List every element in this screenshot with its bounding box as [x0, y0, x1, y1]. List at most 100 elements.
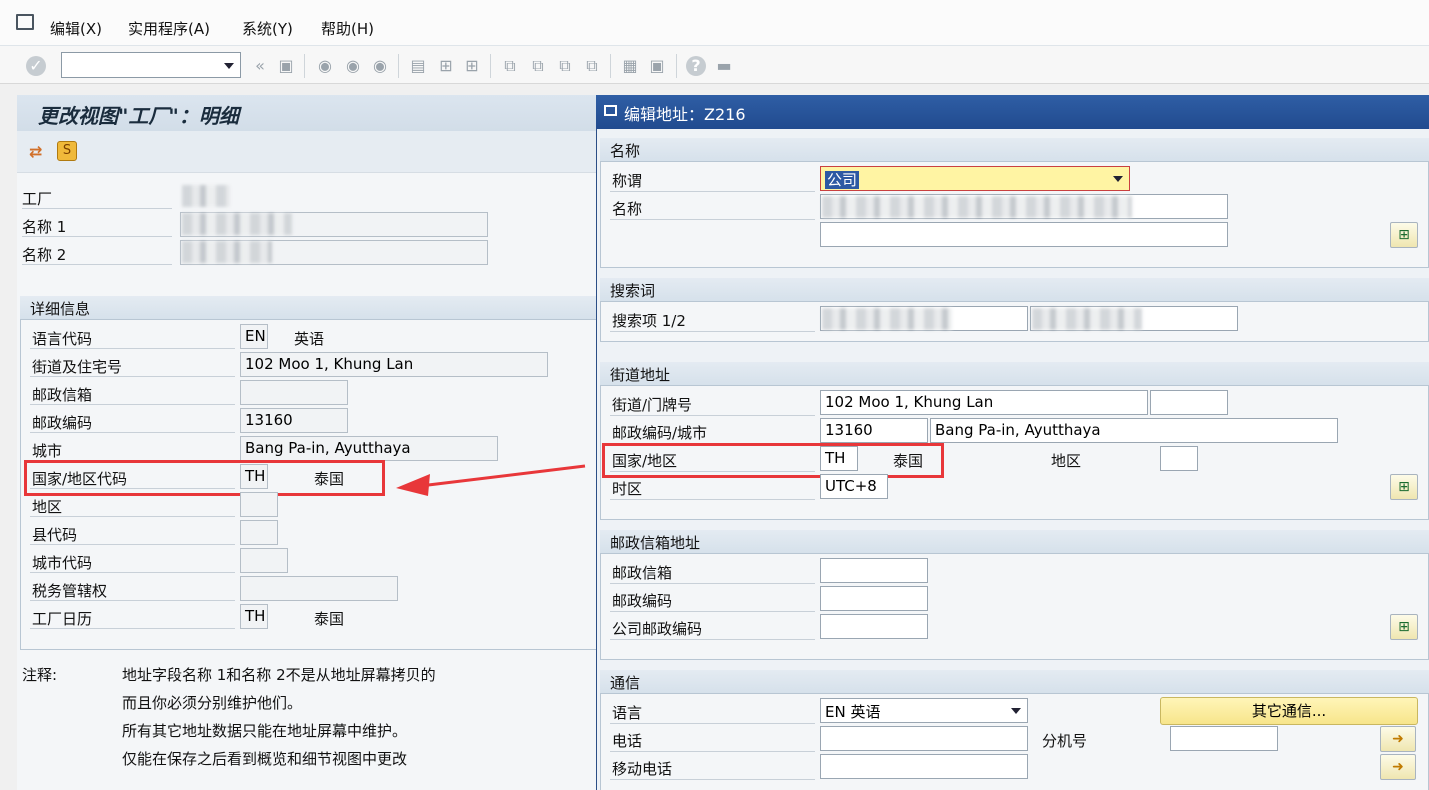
- search-term-label: 搜索项 1/2: [612, 312, 686, 330]
- transport-icon[interactable]: S: [57, 141, 77, 161]
- label-underline: [30, 376, 235, 377]
- menu-help[interactable]: 帮助(H): [321, 18, 374, 39]
- more-fields-icon[interactable]: ⊞: [1390, 222, 1418, 248]
- street-label: 街道/门牌号: [612, 396, 693, 414]
- label-underline: [610, 583, 815, 584]
- label-underline: [610, 611, 815, 612]
- street-field[interactable]: 102 Moo 1, Khung Lan: [820, 390, 1148, 415]
- po-postal-field[interactable]: [820, 586, 928, 611]
- customize-layout-icon[interactable]: ▬: [714, 56, 734, 76]
- enter-icon[interactable]: ✓: [26, 56, 46, 76]
- last-page-icon[interactable]: ⧉: [582, 56, 602, 76]
- label-underline: [30, 572, 235, 573]
- print-icon[interactable]: ▤: [408, 56, 428, 76]
- menu-utilities[interactable]: 实用程序(A): [128, 18, 210, 39]
- label-underline: [610, 331, 815, 332]
- po-box-label: 邮政信箱: [612, 564, 673, 582]
- chevron-down-icon: [1113, 176, 1123, 182]
- plant-label: 工厂: [22, 190, 53, 208]
- note-line: 地址字段名称 1和名称 2不是从地址屏幕拷贝的: [122, 666, 436, 684]
- city-field[interactable]: Bang Pa-in, Ayutthaya: [930, 418, 1338, 443]
- back-arrow-icon[interactable]: «: [250, 56, 270, 76]
- label-underline: [610, 751, 815, 752]
- county-code-field[interactable]: [240, 520, 278, 545]
- city-code-label: 城市代码: [32, 554, 93, 572]
- city-code-field[interactable]: [240, 548, 288, 573]
- label-underline: [610, 219, 815, 220]
- find-next-icon[interactable]: ⊞: [462, 56, 482, 76]
- company-postal-field[interactable]: [820, 614, 928, 639]
- change-display-icon[interactable]: ⇄: [29, 143, 47, 161]
- toolbar-separator: [610, 54, 611, 78]
- exit-icon[interactable]: ◉: [343, 56, 363, 76]
- factory-calendar-field[interactable]: TH: [240, 604, 268, 629]
- mobile-field[interactable]: [820, 754, 1028, 779]
- label-underline: [610, 723, 815, 724]
- street-field[interactable]: 102 Moo 1, Khung Lan: [240, 352, 548, 377]
- pobox-group-title: 邮政信箱地址: [600, 530, 1429, 554]
- plant-field[interactable]: [182, 185, 230, 207]
- po-box-field[interactable]: [240, 380, 348, 405]
- language-code-label: 语言代码: [32, 330, 93, 348]
- arrow-right-icon[interactable]: ➜: [1380, 754, 1416, 780]
- language-dropdown[interactable]: EN 英语: [820, 698, 1028, 723]
- first-page-icon[interactable]: ⧉: [500, 56, 520, 76]
- toolbar-separator: [304, 54, 305, 78]
- extension-label: 分机号: [1042, 732, 1088, 750]
- po-box-label: 邮政信箱: [32, 386, 93, 404]
- other-communication-button[interactable]: 其它通信...: [1160, 697, 1418, 725]
- salutation-value: 公司: [825, 171, 860, 189]
- redacted-name2: [182, 241, 272, 263]
- house-number-field[interactable]: [1150, 390, 1228, 415]
- region-field[interactable]: [1160, 446, 1198, 471]
- command-field[interactable]: [61, 52, 241, 78]
- comm-group-title: 通信: [600, 670, 1429, 694]
- toolbar-separator: [676, 54, 677, 78]
- street-label: 街道及住宅号: [32, 358, 123, 376]
- tax-jurisdiction-field[interactable]: [240, 576, 398, 601]
- redacted-search-2: [1032, 308, 1142, 330]
- street-group-title: 街道地址: [600, 362, 1429, 386]
- shortcut-icon[interactable]: ▣: [647, 56, 667, 76]
- cancel-icon[interactable]: ◉: [370, 56, 390, 76]
- company-postal-label: 公司邮政编码: [612, 620, 703, 638]
- label-underline: [22, 236, 172, 237]
- previous-page-icon[interactable]: ⧉: [528, 56, 548, 76]
- label-underline: [610, 499, 815, 500]
- next-page-icon[interactable]: ⧉: [555, 56, 575, 76]
- menu-edit[interactable]: 编辑(X): [50, 18, 102, 39]
- phone-field[interactable]: [820, 726, 1028, 751]
- name-group-title: 名称: [600, 138, 1429, 162]
- language-code-field[interactable]: EN: [240, 324, 268, 349]
- county-code-label: 县代码: [32, 526, 78, 544]
- window-menu-icon[interactable]: [16, 14, 34, 30]
- menu-system[interactable]: 系统(Y): [242, 18, 293, 39]
- postal-code-field[interactable]: 13160: [240, 408, 348, 433]
- label-underline: [30, 432, 235, 433]
- label-underline: [30, 628, 235, 629]
- label-underline: [610, 191, 815, 192]
- postal-code-field[interactable]: 13160: [820, 418, 928, 443]
- timezone-field[interactable]: UTC+8: [820, 474, 888, 499]
- highlight-box: [24, 460, 385, 496]
- city-field[interactable]: Bang Pa-in, Ayutthaya: [240, 436, 498, 461]
- label-underline: [30, 544, 235, 545]
- arrow-right-icon[interactable]: ➜: [1380, 726, 1416, 752]
- save-icon[interactable]: ▣: [276, 56, 296, 76]
- more-fields-icon[interactable]: ⊞: [1390, 614, 1418, 640]
- label-underline: [610, 415, 815, 416]
- new-session-icon[interactable]: ▦: [620, 56, 640, 76]
- salutation-dropdown[interactable]: 公司: [820, 166, 1130, 191]
- help-icon[interactable]: ?: [686, 56, 706, 76]
- extension-field[interactable]: [1170, 726, 1278, 751]
- mobile-label: 移动电话: [612, 760, 673, 778]
- region-field[interactable]: [240, 492, 278, 517]
- back-icon[interactable]: ◉: [315, 56, 335, 76]
- chevron-down-icon: [224, 63, 234, 69]
- po-box-field[interactable]: [820, 558, 928, 583]
- salutation-label: 称谓: [612, 172, 643, 190]
- annotation-arrow: [396, 464, 586, 496]
- more-fields-icon[interactable]: ⊞: [1390, 474, 1418, 500]
- name-field-2[interactable]: [820, 222, 1228, 247]
- find-icon[interactable]: ⊞: [436, 56, 456, 76]
